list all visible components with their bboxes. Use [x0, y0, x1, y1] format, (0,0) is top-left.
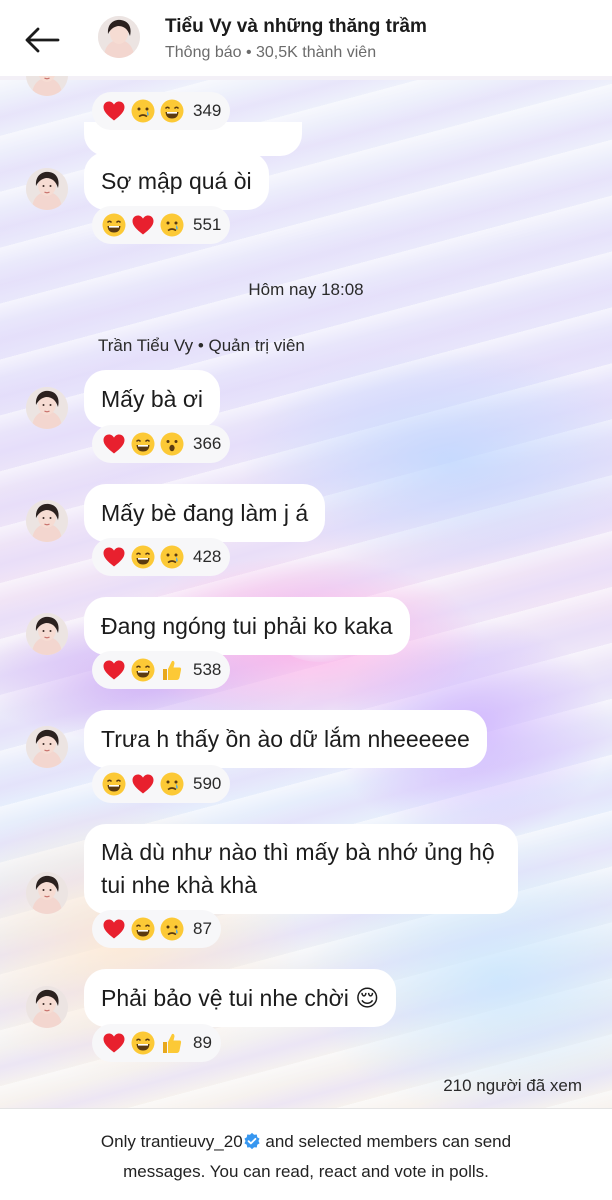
message-bubble[interactable]: Mà dù như nào thì mấy bà nhớ ủng hộ tui … [84, 824, 518, 914]
sad-reaction-icon [159, 544, 185, 570]
avatar[interactable] [26, 500, 68, 542]
laugh-reaction-icon [101, 771, 127, 797]
reaction-bar[interactable]: 87 [92, 910, 221, 948]
sad-reaction-icon [130, 98, 156, 124]
sender-label: Trần Tiểu Vy • Quản trị viên [98, 336, 305, 355]
reaction-count: 89 [193, 1033, 212, 1052]
date-divider: Hôm nay 18:08 [248, 280, 364, 299]
sad-reaction-icon [159, 771, 185, 797]
message-bubble[interactable]: Đang ngóng tui phải ko kaka [84, 597, 410, 655]
message-bubble[interactable]: Mấy bà ơi [84, 370, 221, 428]
reaction-count: 551 [193, 215, 222, 234]
chat-background [0, 80, 612, 1110]
heart-reaction-icon [130, 771, 156, 797]
sad-reaction-icon [159, 212, 185, 238]
laugh-reaction-icon [130, 431, 156, 457]
notice-owner-text: Only trantieuvy_20 [100, 1132, 243, 1151]
avatar[interactable] [26, 168, 68, 210]
back-button[interactable] [22, 22, 62, 58]
reaction-count: 87 [193, 919, 212, 938]
laugh-reaction-icon [101, 212, 127, 238]
laugh-reaction-icon [130, 916, 156, 942]
reaction-bar[interactable]: 349 [92, 92, 231, 130]
notice-text: and selected members can send [260, 1132, 512, 1151]
channel-subtitle: Thông báo • 30,5K thành viên [165, 44, 377, 61]
reaction-bar[interactable]: 89 [92, 1024, 221, 1062]
heart-reaction-icon [101, 431, 127, 457]
verified-badge-icon [244, 1132, 260, 1150]
notice-line-2: messages. You can read, react and vote i… [123, 1162, 489, 1181]
laugh-reaction-icon [130, 1030, 156, 1056]
message-bubble[interactable]: Sợ mập quá òi [84, 152, 269, 210]
arrow-left-icon [25, 27, 60, 53]
channel-title[interactable]: Tiểu Vy và những thăng trầm [165, 16, 427, 38]
laugh-reaction-icon [130, 657, 156, 683]
wow-reaction-icon [159, 431, 185, 457]
like-reaction-icon [159, 1030, 185, 1056]
reaction-bar[interactable]: 590 [92, 765, 231, 803]
message-bubble[interactable]: Trưa h thấy ồn ào dữ lắm nheeeeee [84, 710, 487, 768]
avatar[interactable] [26, 986, 68, 1028]
avatar[interactable] [26, 872, 68, 914]
message-bubble[interactable]: Mấy bè đang làm j á [84, 484, 326, 542]
reaction-bar[interactable]: 428 [92, 538, 231, 576]
heart-reaction-icon [101, 916, 127, 942]
reaction-bar[interactable]: 538 [92, 651, 231, 689]
notice-line-1: Only trantieuvy_20 and selected members … [0, 1127, 612, 1157]
reaction-count: 538 [193, 660, 222, 679]
laugh-reaction-icon [159, 98, 185, 124]
avatar[interactable] [26, 613, 68, 655]
chat-header: Tiểu Vy và những thăng trầm Thông báo • … [0, 0, 612, 76]
reaction-count: 590 [193, 774, 222, 793]
sad-reaction-icon [159, 916, 185, 942]
message-bubble[interactable]: Phải bảo vệ tui nhe chời 😌 [84, 969, 397, 1027]
reaction-count: 428 [193, 547, 222, 566]
avatar[interactable] [26, 726, 68, 768]
channel-restriction-notice: Only trantieuvy_20 and selected members … [0, 1108, 612, 1200]
reaction-bar[interactable]: 366 [92, 425, 231, 463]
heart-reaction-icon [130, 212, 156, 238]
reaction-count: 349 [193, 101, 222, 120]
heart-reaction-icon [101, 544, 127, 570]
channel-avatar[interactable] [98, 16, 140, 58]
laugh-reaction-icon [130, 544, 156, 570]
reaction-bar[interactable]: 551 [92, 206, 231, 244]
heart-reaction-icon [101, 1030, 127, 1056]
seen-count[interactable]: 210 người đã xem [443, 1076, 582, 1096]
heart-reaction-icon [101, 98, 127, 124]
avatar[interactable] [26, 387, 68, 429]
heart-reaction-icon [101, 657, 127, 683]
like-reaction-icon [159, 657, 185, 683]
reaction-count: 366 [193, 434, 222, 453]
